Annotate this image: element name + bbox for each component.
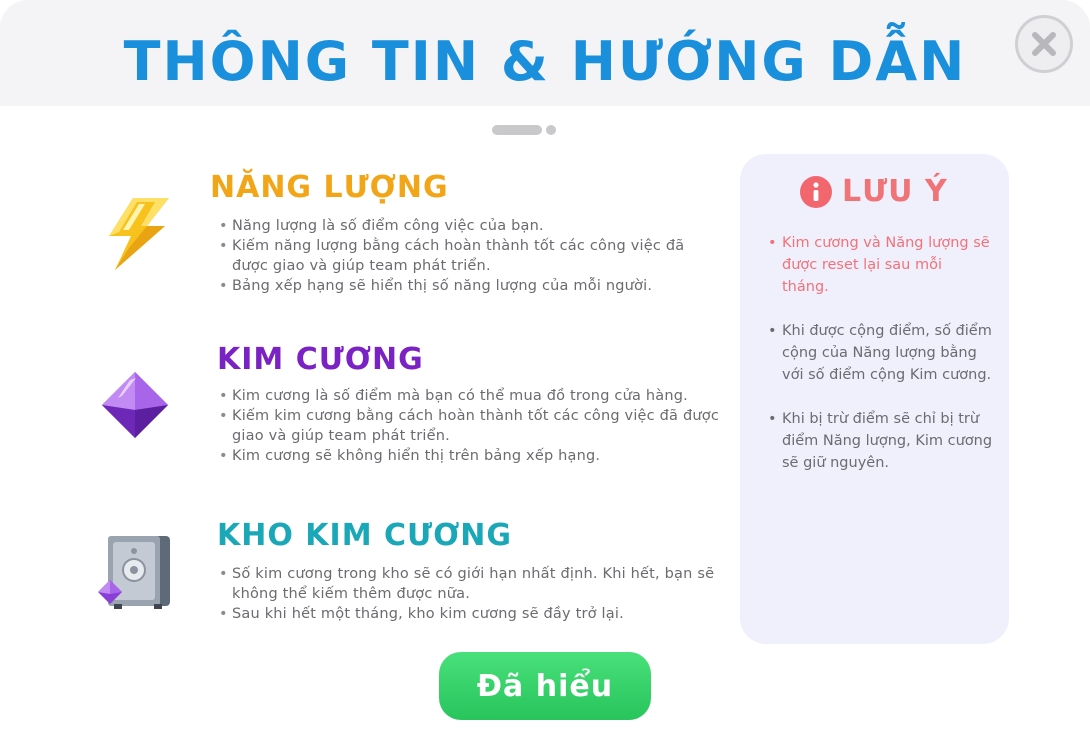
modal-header: THÔNG TIN & HƯỚNG DẪN <box>0 0 1090 106</box>
page-dot[interactable] <box>546 125 556 135</box>
section-title-energy: NĂNG LƯỢNG <box>210 170 449 205</box>
list-item: Năng lượng là số điểm công việc của bạn. <box>217 216 722 236</box>
note-item-warning: Kim cương và Năng lượng sẽ được reset lạ… <box>768 232 993 298</box>
safe-icon <box>96 534 172 614</box>
info-icon <box>800 176 832 208</box>
storage-bullet-list: Số kim cương trong kho sẽ có giới hạn nh… <box>217 564 722 624</box>
close-button[interactable] <box>1015 15 1073 73</box>
lightning-icon <box>103 196 173 276</box>
section-title-storage: KHO KIM CƯƠNG <box>217 518 513 553</box>
modal-title: THÔNG TIN & HƯỚNG DẪN <box>123 30 967 93</box>
page-dot-active[interactable] <box>492 125 542 135</box>
list-item: Kiếm năng lượng bằng cách hoàn thành tốt… <box>217 236 722 276</box>
close-icon <box>1032 32 1056 56</box>
list-item: Số kim cương trong kho sẽ có giới hạn nh… <box>217 564 722 604</box>
note-item: Khi bị trừ điểm sẽ chỉ bị trừ điểm Năng … <box>768 408 993 474</box>
diamond-bullet-list: Kim cương là số điểm mà bạn có thể mua đ… <box>217 386 722 466</box>
section-title-diamond: KIM CƯƠNG <box>217 342 424 377</box>
list-item: Bảng xếp hạng sẽ hiển thị số năng lượng … <box>217 276 722 296</box>
list-item: Kim cương là số điểm mà bạn có thể mua đ… <box>217 386 722 406</box>
energy-bullet-list: Năng lượng là số điểm công việc của bạn.… <box>217 216 722 296</box>
list-item: Kim cương sẽ không hiển thị trên bảng xế… <box>217 446 722 466</box>
note-panel: LƯU Ý Kim cương và Năng lượng sẽ được re… <box>740 154 1009 644</box>
note-list: Kim cương và Năng lượng sẽ được reset lạ… <box>768 232 993 496</box>
section-diamond: KIM CƯƠNG Kim cương là số điểm mà bạn có… <box>0 330 730 480</box>
confirm-button[interactable]: Đã hiểu <box>439 652 651 720</box>
diamond-icon <box>100 370 170 444</box>
note-header: LƯU Ý <box>800 172 948 212</box>
list-item: Sau khi hết một tháng, kho kim cương sẽ … <box>217 604 722 624</box>
note-title: LƯU Ý <box>842 174 948 209</box>
list-item: Kiếm kim cương bằng cách hoàn thành tốt … <box>217 406 722 446</box>
section-diamond-storage: KHO KIM CƯƠNG Số kim cương trong kho sẽ … <box>0 508 730 638</box>
section-energy: NĂNG LƯỢNG Năng lượng là số điểm công vi… <box>0 160 730 310</box>
note-item: Khi được cộng điểm, số điểm cộng của Năn… <box>768 320 993 386</box>
